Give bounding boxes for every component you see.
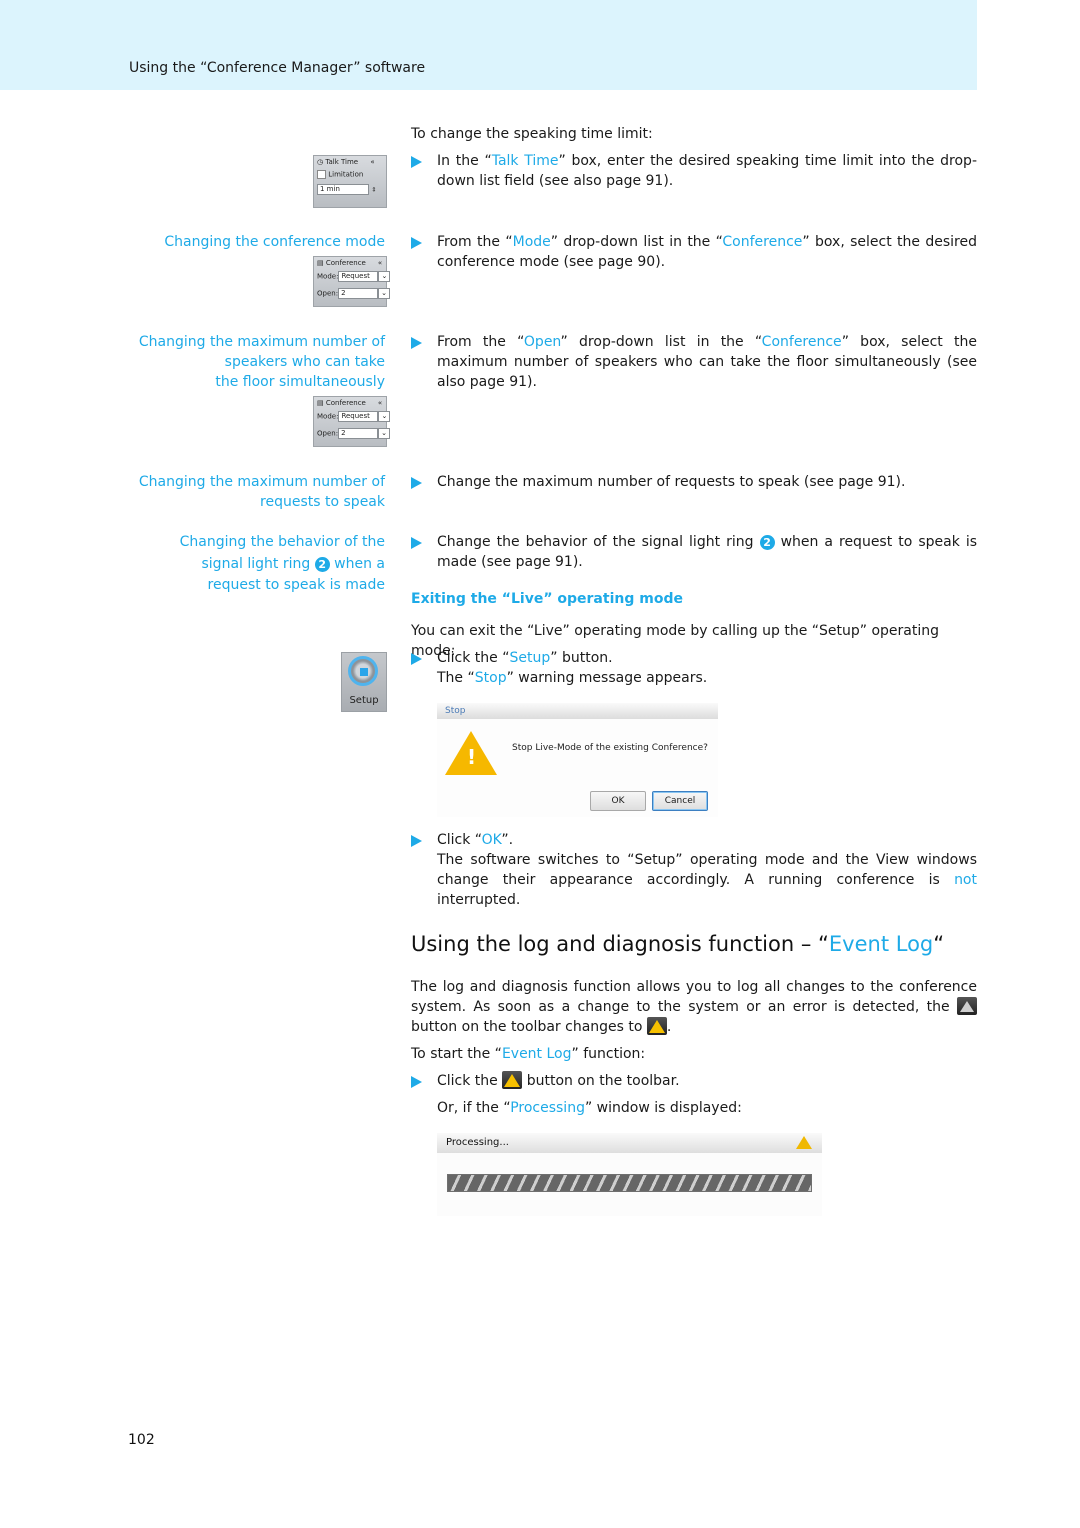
stop-dialog: Stop ! Stop Live-Mode of the existing Co… [437,703,718,817]
intro-text: To change the speaking time limit: [411,126,653,142]
talk-time-header: ◷ Talk Time « [317,158,375,166]
open-dropdown[interactable]: 2 [338,288,379,299]
event-log-idle-icon [957,997,977,1015]
bullet-arrow-icon [411,477,422,489]
conference-icon: ▤ [317,399,324,407]
cancel-button[interactable]: Cancel [652,791,708,811]
processing-title: Processing... [437,1133,822,1153]
limitation-checkbox-row[interactable]: Limitation [317,170,363,179]
step-click-ok: Click “OK”. [411,830,977,850]
chevron-down-icon[interactable]: ⌄ [378,411,391,422]
side-heading-signal-ring: Changing the behavior of the signal ligh… [179,534,385,593]
talk-time-field[interactable]: 1 min ⇕ [317,184,376,195]
double-chevron-left-icon: « [377,259,383,267]
chevron-down-icon[interactable]: ⌄ [378,428,391,439]
bullet-arrow-icon [411,537,422,549]
dialog-message: Stop Live-Mode of the existing Conferenc… [512,743,708,753]
talk-time-input[interactable]: 1 min [317,184,369,195]
chevron-down-icon[interactable]: ⌄ [378,271,391,282]
conference-widget-open: ▤ Conference « Mode: Request ⌄ Open: 2 ⌄ [313,396,391,447]
bullet-arrow-icon [411,156,422,168]
section-heading-event-log: Using the log and diagnosis function – “… [411,932,945,956]
side-heading-conference-mode: Changing the conference mode [164,234,385,250]
ok-button[interactable]: OK [590,791,646,811]
processing-alternative: Or, if the “Processing” window is displa… [437,1100,742,1116]
page-number: 102 [128,1432,155,1448]
number-2-badge: 2 [314,556,330,572]
bullet-arrow-icon [411,653,422,665]
clock-icon: ◷ [317,158,324,166]
bullet-arrow-icon [411,1076,422,1088]
side-heading-max-speakers: Changing the maximum number of speakers … [138,334,385,390]
section-heading-exit-live: Exiting the “Live” operating mode [411,591,683,607]
talk-time-widget: ◷ Talk Time « Limitation 1 min ⇕ [313,155,387,208]
open-dropdown[interactable]: 2 [338,428,379,439]
double-chevron-left-icon: « [377,399,383,407]
warning-icon[interactable] [796,1136,812,1149]
setup-button[interactable]: Setup [341,652,387,712]
stop-message-result: The “Stop” warning message appears. [437,670,708,686]
mode-dropdown[interactable]: Request [338,271,379,282]
bullet-arrow-icon [411,337,422,349]
dialog-title: Stop [437,703,718,719]
talk-time-ref: Talk Time [491,153,559,169]
conference-widget-mode: ▤ Conference « Mode: Request ⌄ Open: 2 ⌄ [313,256,391,307]
setup-result-text: The software switches to “Setup” operati… [437,852,977,908]
progress-bar [447,1174,812,1192]
spinner-icon[interactable]: ⇕ [371,187,376,194]
running-header: Using the “Conference Manager” software [129,60,426,76]
limitation-checkbox[interactable] [317,170,326,179]
step-click-setup: Click the “Setup” button. [411,648,977,668]
header-band [0,0,977,90]
step-open: From the “Open” drop-down list in the “C… [411,332,977,392]
bullet-arrow-icon [411,237,422,249]
event-log-warning-icon [646,1017,667,1035]
bullet-arrow-icon [411,835,422,847]
event-log-warning-icon [502,1071,523,1089]
mode-dropdown[interactable]: Request [338,411,379,422]
step-mode: From the “Mode” drop-down list in the “C… [411,232,977,272]
double-chevron-left-icon: « [370,158,375,166]
step-requests: Change the maximum number of requests to… [411,472,977,492]
event-log-description: The log and diagnosis function allows yo… [411,979,977,1035]
chevron-down-icon[interactable]: ⌄ [378,288,391,299]
step-signal: Change the behavior of the signal light … [411,532,977,572]
event-log-start-intro: To start the “Event Log” function: [411,1046,646,1062]
step-click-event-log: Click the button on the toolbar. [411,1071,977,1091]
side-heading-max-requests: Changing the maximum number of requests … [138,474,385,510]
step-talk-time: In the “Talk Time” box, enter the desire… [411,151,977,191]
number-2-badge: 2 [759,535,775,550]
processing-window: Processing... [437,1133,822,1216]
conference-icon: ▤ [317,259,324,267]
setup-ring-icon [348,656,378,686]
